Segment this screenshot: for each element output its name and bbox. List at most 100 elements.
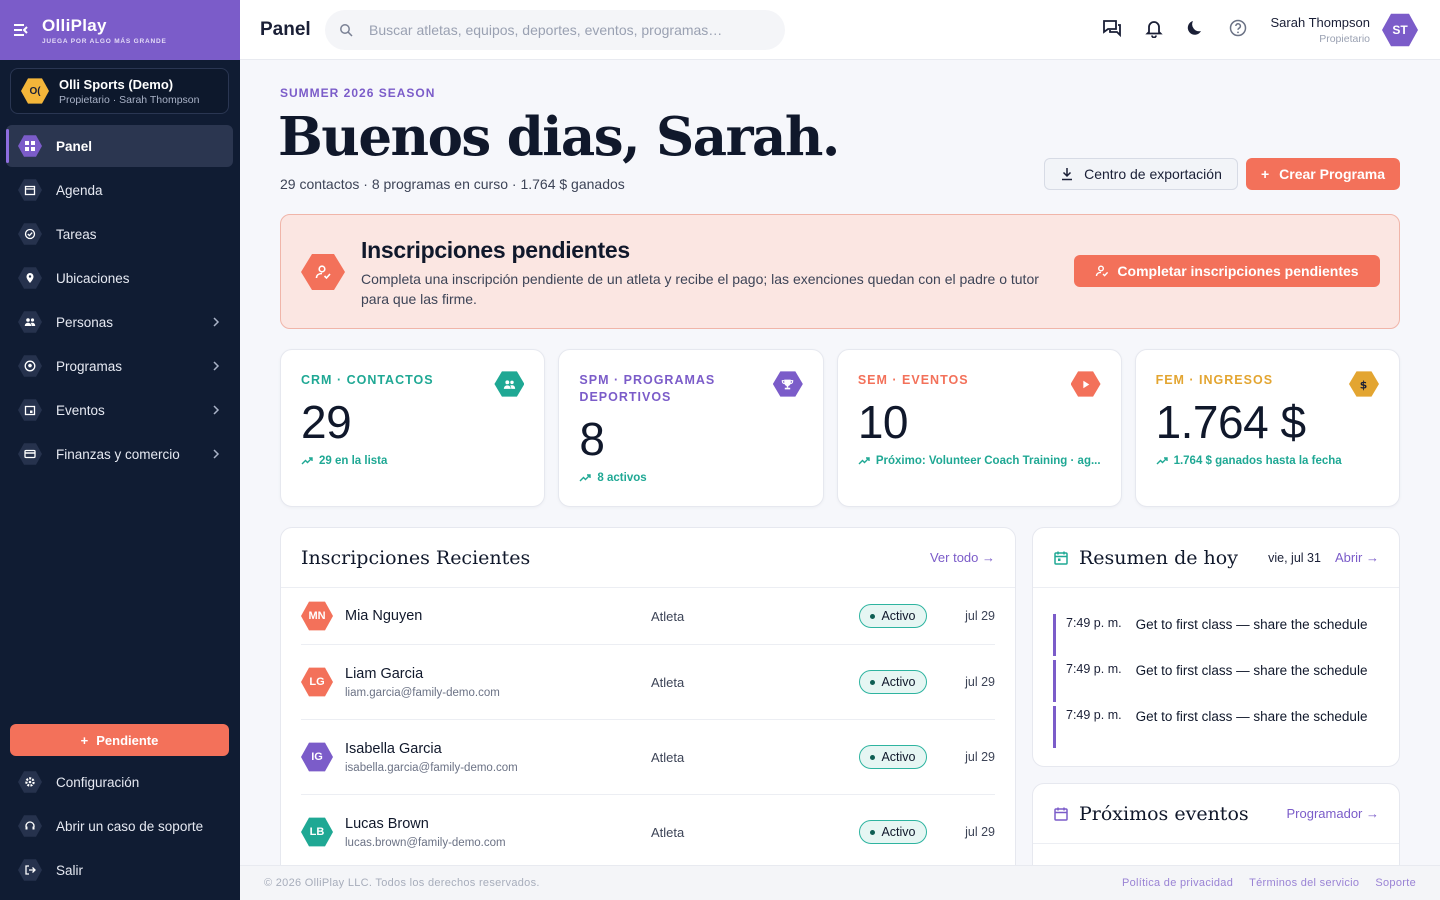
- complete-registrations-button[interactable]: Completar inscripciones pendientes: [1074, 255, 1380, 287]
- header-icons: [1102, 18, 1248, 38]
- alert-text: Completa una inscripción pendiente de un…: [361, 271, 1039, 307]
- row-email: isabella.garcia@family-demo.com: [345, 761, 518, 774]
- stat-card-revenue[interactable]: FEM · INGRESOS 1.764 $ 1.764 $ ganados h…: [1134, 349, 1400, 507]
- upcoming-events-card: Próximos eventos Programador →: [1032, 783, 1400, 865]
- sidebar-item-label: Tareas: [56, 226, 97, 242]
- status-badge: Activo: [859, 820, 927, 844]
- list-item[interactable]: 7:49 p. m. Get to first class — share th…: [1053, 614, 1375, 656]
- sidebar-item-agenda[interactable]: Agenda: [6, 169, 233, 211]
- row-role: Atleta: [651, 749, 685, 765]
- greeting-heading: Buenos dias, Sarah.: [278, 106, 840, 168]
- status-text: Activo: [881, 609, 916, 623]
- sidebar-item-configuracion[interactable]: Configuración: [6, 761, 233, 803]
- row-info: Liam Garcia liam.garcia@family-demo.com: [345, 666, 500, 699]
- scheduler-link[interactable]: Programador →: [1287, 806, 1379, 821]
- stat-note: Próximo: Volunteer Coach Training · ag..…: [858, 455, 1101, 467]
- status-badge: Activo: [859, 670, 927, 694]
- gear-icon: [18, 771, 42, 793]
- bell-icon[interactable]: [1144, 18, 1164, 38]
- card-title: Próximos eventos: [1079, 802, 1249, 825]
- card-header: Inscripciones Recientes Ver todo →: [281, 528, 1015, 588]
- stat-note: 1.764 $ ganados hasta la fecha: [1156, 455, 1379, 467]
- stat-label: SPM · PROGRAMAS DEPORTIVOS: [579, 373, 716, 404]
- trend-up-icon: [1156, 457, 1168, 465]
- chat-icon[interactable]: [1102, 18, 1122, 38]
- stat-card-events[interactable]: SEM · EVENTOS 10 Próximo: Volunteer Coac…: [836, 349, 1122, 507]
- stat-note-text: Próximo: Volunteer Coach Training · ag..…: [875, 455, 1101, 467]
- table-row[interactable]: IG Isabella Garcia isabella.garcia@famil…: [301, 720, 995, 795]
- row-date: jul 29: [965, 750, 995, 764]
- season-label: SUMMER 2026 SEASON: [280, 86, 436, 100]
- sidebar-item-salir[interactable]: Salir: [6, 849, 233, 891]
- brand-name: OlliPlay: [42, 15, 107, 35]
- card-title: Resumen de hoy: [1079, 546, 1238, 569]
- search-icon: [340, 24, 353, 37]
- org-switcher[interactable]: O( Olli Sports (Demo) Propietario · Sara…: [10, 68, 229, 114]
- stat-note: 29 en la lista: [301, 455, 524, 467]
- sidebar-item-label: Agenda: [56, 182, 103, 198]
- privacy-link[interactable]: Política de privacidad: [1122, 877, 1233, 889]
- status-text: Activo: [881, 825, 916, 839]
- avatar: LB: [301, 817, 333, 847]
- card-header: Próximos eventos Programador →: [1033, 784, 1399, 844]
- stat-value: 8: [579, 413, 605, 465]
- stat-value: 1.764 $: [1155, 396, 1306, 448]
- row-email: lucas.brown@family-demo.com: [345, 836, 506, 849]
- sidebar-item-eventos[interactable]: Eventos: [6, 389, 233, 431]
- row-date: jul 29: [965, 609, 995, 623]
- status-text: Activo: [881, 675, 916, 689]
- user-check-icon: [301, 254, 345, 290]
- list-item[interactable]: 7:49 p. m. Get to first class — share th…: [1053, 706, 1375, 748]
- menu-collapse-icon[interactable]: [12, 20, 32, 40]
- sidebar-item-ubicaciones[interactable]: Ubicaciones: [6, 257, 233, 299]
- page-title: Panel: [260, 18, 311, 40]
- row-info: Isabella Garcia isabella.garcia@family-d…: [345, 741, 518, 774]
- sidebar-item-programas[interactable]: Programas: [6, 345, 233, 387]
- dashboard-icon: [18, 135, 42, 157]
- view-all-link[interactable]: Ver todo →: [930, 550, 995, 565]
- search-input[interactable]: [369, 22, 769, 38]
- support-link[interactable]: Soporte: [1375, 877, 1416, 889]
- dark-mode-icon[interactable]: [1186, 18, 1206, 38]
- sidebar-item-soporte[interactable]: Abrir un caso de soporte: [6, 805, 233, 847]
- recent-registrations-card: Inscripciones Recientes Ver todo → MN Mi…: [280, 527, 1016, 865]
- create-program-button[interactable]: + Crear Programa: [1246, 158, 1400, 190]
- pending-button[interactable]: + Pendiente: [10, 724, 229, 756]
- sidebar-item-personas[interactable]: Personas: [6, 301, 233, 343]
- stat-label: SEM · EVENTOS: [857, 373, 969, 387]
- footer-links: Política de privacidad Términos del serv…: [1122, 877, 1416, 889]
- stat-value: 29: [301, 396, 352, 448]
- alert-title: Inscripciones pendientes: [361, 237, 630, 263]
- user-role: Propietario: [1319, 33, 1370, 45]
- user-menu[interactable]: Sarah Thompson Propietario ST: [1271, 12, 1418, 48]
- sidebar-item-label: Abrir un caso de soporte: [56, 818, 204, 834]
- stat-value: 10: [857, 396, 909, 448]
- row-role: Atleta: [651, 824, 685, 840]
- trend-up-icon: [301, 457, 313, 465]
- help-icon[interactable]: [1228, 18, 1248, 38]
- table-row[interactable]: LG Liam Garcia liam.garcia@family-demo.c…: [301, 645, 995, 720]
- sidebar-item-finanzas[interactable]: Finanzas y comercio: [6, 433, 233, 475]
- logout-icon: [18, 859, 42, 881]
- pending-button-label: Pendiente: [96, 732, 159, 748]
- sidebar-item-tareas[interactable]: Tareas: [6, 213, 233, 255]
- export-button-label: Centro de exportación: [1084, 166, 1222, 182]
- table-row[interactable]: LB Lucas Brown lucas.brown@family-demo.c…: [301, 795, 995, 865]
- item-text: Get to first class — share the schedule: [1135, 709, 1368, 724]
- row-date: jul 29: [965, 825, 995, 839]
- card-title: Inscripciones Recientes: [301, 546, 531, 569]
- stat-card-contacts[interactable]: CRM · CONTACTOS 29 29 en la lista: [280, 349, 546, 507]
- sidebar-item-label: Panel: [56, 138, 93, 154]
- terms-link[interactable]: Términos del servicio: [1249, 877, 1359, 889]
- stat-card-programs[interactable]: SPM · PROGRAMAS DEPORTIVOS 8 8 activos: [558, 349, 824, 507]
- open-link[interactable]: Abrir →: [1335, 550, 1379, 565]
- export-center-button[interactable]: Centro de exportación: [1044, 158, 1238, 190]
- list-item[interactable]: 7:49 p. m. Get to first class — share th…: [1053, 660, 1375, 702]
- create-button-label: Crear Programa: [1279, 166, 1385, 182]
- table-row[interactable]: MN Mia Nguyen Atleta Activo jul 29: [301, 588, 995, 645]
- sidebar-item-panel[interactable]: Panel: [6, 125, 233, 167]
- people-icon: [18, 311, 42, 333]
- play-icon: [1070, 371, 1101, 397]
- item-time: 7:49 p. m.: [1066, 662, 1122, 676]
- calendar-icon: [1054, 807, 1068, 821]
